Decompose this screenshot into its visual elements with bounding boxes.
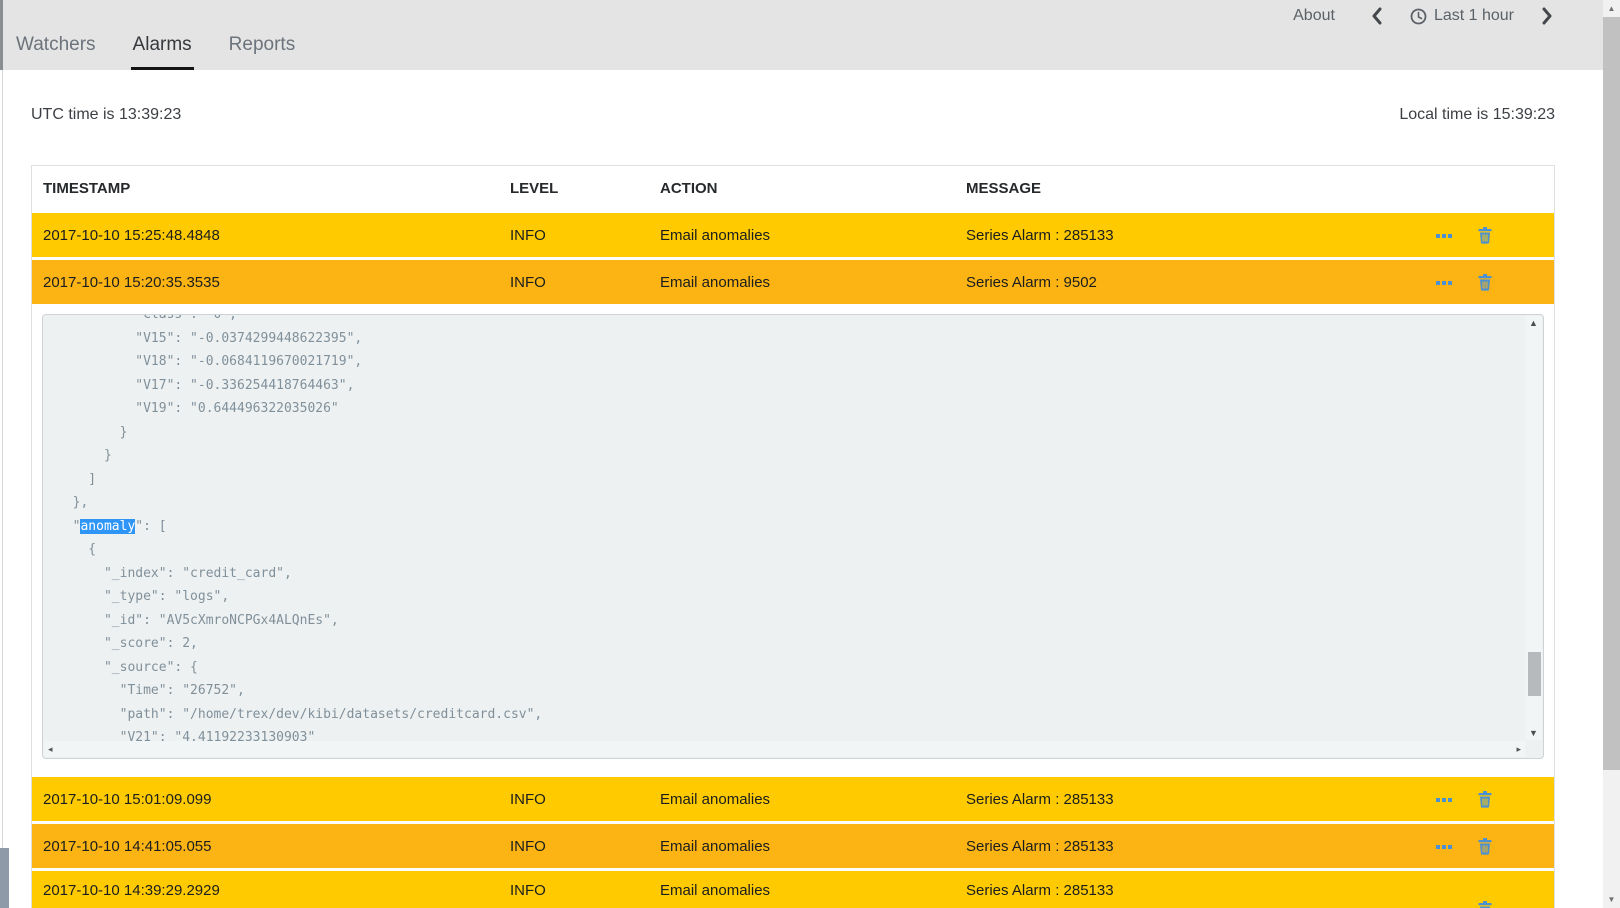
- scroll-right-icon[interactable]: ▸: [1516, 744, 1521, 755]
- cell-action: Email anomalies: [660, 882, 966, 899]
- cell-timestamp: 2017-10-10 15:01:09.099: [43, 791, 510, 808]
- table-header: TIMESTAMP LEVEL ACTION MESSAGE: [32, 166, 1554, 210]
- alarm-detail-panel: "Class": "0", "V15": "-0.037429944862239…: [32, 304, 1554, 774]
- header-action: ACTION: [660, 180, 966, 197]
- header-message: MESSAGE: [966, 180, 1436, 197]
- cell-message: Series Alarm : 285133: [966, 227, 1436, 244]
- alarm-row-3[interactable]: 2017-10-10 15:01:09.099 INFO Email anoma…: [32, 777, 1554, 821]
- tab-watchers[interactable]: Watchers: [14, 34, 98, 70]
- cell-message: Series Alarm : 9502: [966, 274, 1436, 291]
- trash-icon: [1478, 791, 1492, 808]
- trash-icon: [1478, 901, 1492, 908]
- alarm-row-5[interactable]: 2017-10-10 14:39:29.2929 INFO Email anom…: [32, 871, 1554, 908]
- alarm-row-1[interactable]: 2017-10-10 15:25:48.4848 INFO Email anom…: [32, 213, 1554, 257]
- header-level: LEVEL: [510, 180, 660, 197]
- details-button[interactable]: [1436, 824, 1478, 868]
- trash-icon: [1478, 274, 1492, 291]
- time-range-next-button[interactable]: [1541, 7, 1553, 25]
- cell-action: Email anomalies: [660, 838, 966, 855]
- ellipsis-icon: [1436, 845, 1452, 849]
- cell-level: INFO: [510, 838, 660, 855]
- chevron-right-icon: [1541, 7, 1553, 25]
- time-range-label: Last 1 hour: [1434, 7, 1514, 25]
- header-timestamp: TIMESTAMP: [43, 180, 510, 197]
- tab-alarms[interactable]: Alarms: [131, 34, 194, 70]
- cell-message: Series Alarm : 285133: [966, 791, 1436, 808]
- ellipsis-icon: [1436, 234, 1452, 238]
- cell-action: Email anomalies: [660, 274, 966, 291]
- cell-timestamp: 2017-10-10 14:41:05.055: [43, 838, 510, 855]
- code-vertical-scrollbar-thumb[interactable]: [1528, 652, 1541, 696]
- cell-message: Series Alarm : 285133: [966, 882, 1436, 899]
- delete-button[interactable]: [1478, 777, 1554, 821]
- left-edge-line: [2, 70, 3, 908]
- scroll-up-icon[interactable]: ▲: [1529, 316, 1538, 330]
- details-button[interactable]: [1436, 777, 1478, 821]
- cell-timestamp: 2017-10-10 15:25:48.4848: [43, 227, 510, 244]
- local-time-label: Local time is 15:39:23: [1399, 106, 1555, 124]
- alarm-json-viewport: "Class": "0", "V15": "-0.037429944862239…: [57, 315, 1521, 741]
- alarm-json: "Class": "0", "V15": "-0.037429944862239…: [57, 315, 1521, 741]
- cell-message: Series Alarm : 285133: [966, 838, 1436, 855]
- about-link[interactable]: About: [1293, 7, 1335, 25]
- topbar-right-controls: About Last 1 hour: [1293, 7, 1553, 25]
- details-button[interactable]: [1436, 213, 1478, 257]
- cell-level: INFO: [510, 882, 660, 899]
- cell-action: Email anomalies: [660, 791, 966, 808]
- main-content: UTC time is 13:39:23 Local time is 15:39…: [31, 70, 1555, 908]
- details-button[interactable]: [1436, 260, 1478, 304]
- scroll-left-icon[interactable]: ◂: [48, 744, 53, 755]
- cell-timestamp: 2017-10-10 14:39:29.2929: [43, 882, 510, 899]
- details-button[interactable]: [1436, 882, 1478, 908]
- delete-button[interactable]: [1478, 882, 1554, 908]
- clock-icon: [1410, 8, 1427, 25]
- left-edge-divider: [0, 0, 3, 70]
- time-info-row: UTC time is 13:39:23 Local time is 15:39…: [31, 106, 1555, 124]
- chevron-left-icon: [1371, 7, 1383, 25]
- tab-reports[interactable]: Reports: [227, 34, 298, 70]
- scroll-down-icon[interactable]: ▼: [1529, 726, 1538, 740]
- code-horizontal-scrollbar[interactable]: ◂ ▸: [44, 741, 1525, 757]
- page-scrollbar[interactable]: ▲ ▼: [1603, 0, 1620, 908]
- nav-tabs: Watchers Alarms Reports: [14, 34, 297, 70]
- alarm-json-block: "Class": "0", "V15": "-0.037429944862239…: [42, 314, 1544, 759]
- alarm-row-4[interactable]: 2017-10-10 14:41:05.055 INFO Email anoma…: [32, 824, 1554, 868]
- ellipsis-icon: [1436, 798, 1452, 802]
- delete-button[interactable]: [1478, 260, 1554, 304]
- page-scrollbar-thumb[interactable]: [1603, 17, 1620, 770]
- cell-level: INFO: [510, 791, 660, 808]
- page-scroll-down-icon[interactable]: ▼: [1603, 891, 1620, 908]
- alarms-table: TIMESTAMP LEVEL ACTION MESSAGE 2017-10-1…: [31, 165, 1555, 908]
- cell-level: INFO: [510, 274, 660, 291]
- selection-highlight: anomaly: [80, 519, 135, 534]
- cell-action: Email anomalies: [660, 227, 966, 244]
- delete-button[interactable]: [1478, 824, 1554, 868]
- trash-icon: [1478, 227, 1492, 244]
- topbar: About Last 1 hour Watchers Alarms Report…: [0, 0, 1603, 70]
- utc-time-label: UTC time is 13:39:23: [31, 106, 181, 124]
- time-range-picker[interactable]: Last 1 hour: [1410, 7, 1514, 25]
- alarm-row-2[interactable]: 2017-10-10 15:20:35.3535 INFO Email anom…: [32, 260, 1554, 304]
- trash-icon: [1478, 838, 1492, 855]
- cell-timestamp: 2017-10-10 15:20:35.3535: [43, 274, 510, 291]
- ellipsis-icon: [1436, 281, 1452, 285]
- page-scroll-up-icon[interactable]: ▲: [1603, 0, 1620, 17]
- cell-level: INFO: [510, 227, 660, 244]
- left-edge-scroll-thumb[interactable]: [0, 848, 9, 908]
- time-range-prev-button[interactable]: [1371, 7, 1383, 25]
- delete-button[interactable]: [1478, 213, 1554, 257]
